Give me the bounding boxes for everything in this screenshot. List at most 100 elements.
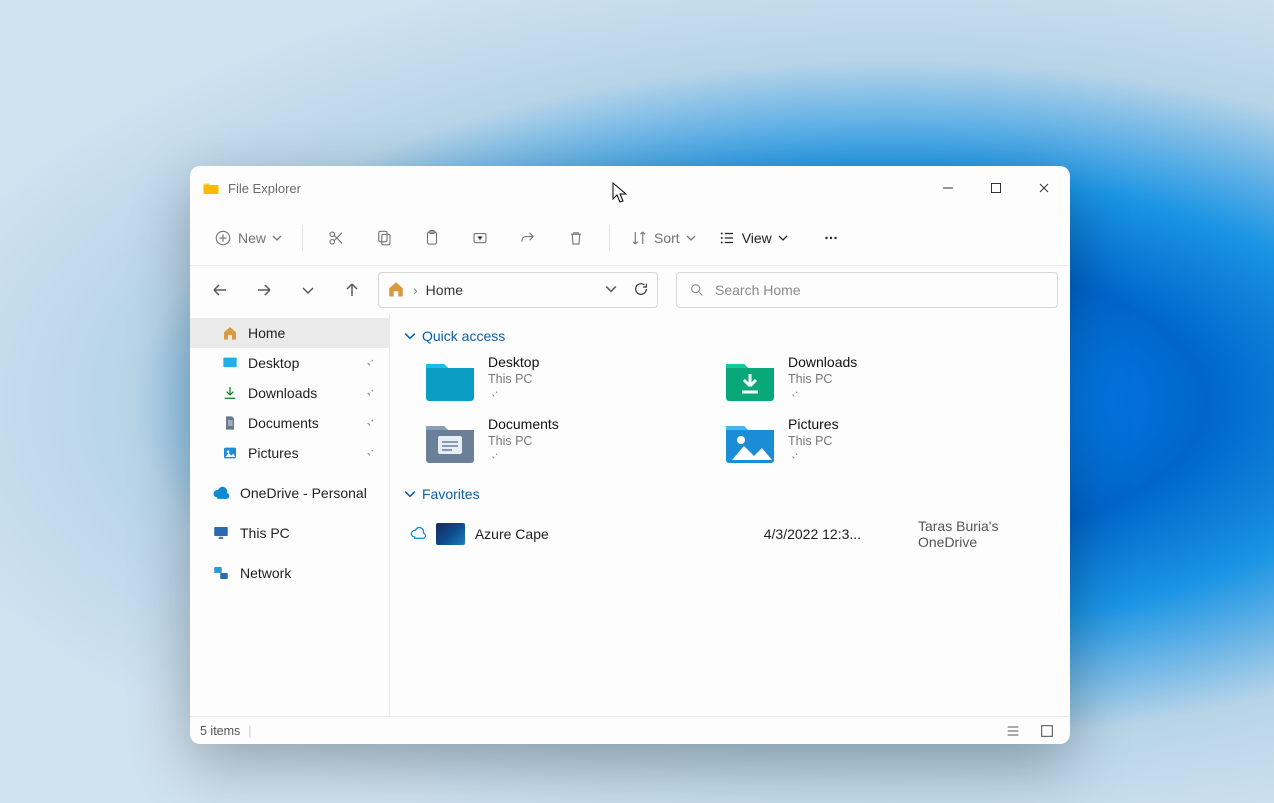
- favorite-date: 4/3/2022 12:3...: [764, 526, 908, 542]
- paste-button[interactable]: [411, 220, 453, 256]
- up-button[interactable]: [334, 272, 370, 308]
- sidebar-item-documents[interactable]: Documents: [190, 408, 389, 438]
- toolbar: New Sort View: [190, 210, 1070, 266]
- forward-button[interactable]: [246, 272, 282, 308]
- chevron-down-icon: [300, 282, 316, 298]
- close-button[interactable]: [1020, 166, 1068, 210]
- view-label: View: [742, 230, 772, 246]
- favorite-item[interactable]: Azure Cape 4/3/2022 12:3... Taras Buria'…: [404, 512, 1056, 556]
- delete-button[interactable]: [555, 220, 597, 256]
- desktop-icon: [222, 355, 238, 371]
- content-pane: Quick access Desktop This PC: [390, 314, 1070, 716]
- pin-icon: [788, 388, 857, 402]
- group-title: Favorites: [422, 486, 480, 502]
- sidebar-item-downloads[interactable]: Downloads: [190, 378, 389, 408]
- window-title: File Explorer: [228, 181, 301, 196]
- new-label: New: [238, 230, 266, 246]
- sort-icon: [630, 229, 648, 247]
- tile-location: This PC: [788, 434, 839, 448]
- group-header-quick-access[interactable]: Quick access: [404, 328, 1056, 344]
- sidebar-item-label: Pictures: [248, 445, 299, 461]
- view-icon: [718, 229, 736, 247]
- copy-button[interactable]: [363, 220, 405, 256]
- chevron-down-icon: [778, 233, 788, 243]
- tile-pictures[interactable]: Pictures This PC: [724, 416, 984, 466]
- chevron-down-icon: [686, 233, 696, 243]
- home-icon: [387, 280, 405, 301]
- sidebar-item-onedrive[interactable]: OneDrive - Personal: [190, 478, 389, 508]
- trash-icon: [567, 229, 585, 247]
- tile-location: This PC: [788, 372, 857, 386]
- tiles-view-button[interactable]: [1034, 720, 1060, 742]
- sidebar-item-network[interactable]: Network: [190, 558, 389, 588]
- titlebar[interactable]: File Explorer: [190, 166, 1070, 210]
- tile-desktop[interactable]: Desktop This PC: [424, 354, 684, 404]
- view-button[interactable]: View: [710, 220, 796, 256]
- sidebar-item-label: Home: [248, 325, 285, 341]
- share-button[interactable]: [507, 220, 549, 256]
- clipboard-icon: [423, 229, 441, 247]
- sidebar-item-label: Desktop: [248, 355, 299, 371]
- favorite-name: Azure Cape: [475, 526, 754, 542]
- minimize-button[interactable]: [924, 166, 972, 210]
- cut-button[interactable]: [315, 220, 357, 256]
- sidebar-item-home[interactable]: Home: [190, 318, 389, 348]
- refresh-icon: [633, 281, 649, 297]
- pin-icon: [788, 450, 839, 464]
- documents-folder-icon: [424, 416, 476, 466]
- toolbar-separator: [302, 225, 303, 251]
- chevron-down-icon: [404, 330, 416, 342]
- sidebar-item-thispc[interactable]: This PC: [190, 518, 389, 548]
- file-explorer-window: File Explorer New: [190, 166, 1070, 744]
- tile-name: Pictures: [788, 416, 839, 432]
- ellipsis-icon: [822, 229, 840, 247]
- status-text: 5 items: [200, 724, 240, 738]
- network-icon: [212, 564, 230, 582]
- address-bar[interactable]: › Home: [378, 272, 658, 308]
- sort-button[interactable]: Sort: [622, 220, 704, 256]
- more-button[interactable]: [810, 220, 852, 256]
- sort-label: Sort: [654, 230, 680, 246]
- tile-downloads[interactable]: Downloads This PC: [724, 354, 984, 404]
- tile-documents[interactable]: Documents This PC: [424, 416, 684, 466]
- sidebar-item-desktop[interactable]: Desktop: [190, 348, 389, 378]
- sidebar-item-pictures[interactable]: Pictures: [190, 438, 389, 468]
- document-icon: [222, 415, 238, 431]
- tile-location: This PC: [488, 434, 559, 448]
- home-icon: [222, 325, 238, 341]
- pin-icon: [488, 388, 539, 402]
- back-button[interactable]: [202, 272, 238, 308]
- sidebar-item-label: Documents: [248, 415, 319, 431]
- chevron-down-icon: [404, 488, 416, 500]
- rename-icon: [471, 229, 489, 247]
- details-view-button[interactable]: [1000, 720, 1026, 742]
- tile-name: Downloads: [788, 354, 857, 370]
- sidebar-item-label: Downloads: [248, 385, 317, 401]
- breadcrumb-separator: ›: [413, 282, 418, 298]
- pictures-folder-icon: [724, 416, 776, 466]
- list-icon: [1005, 723, 1021, 739]
- favorite-location: Taras Buria's OneDrive: [918, 518, 1056, 550]
- rename-button[interactable]: [459, 220, 501, 256]
- address-dropdown-button[interactable]: [605, 282, 617, 298]
- group-header-favorites[interactable]: Favorites: [404, 486, 1056, 502]
- sidebar-item-label: OneDrive - Personal: [240, 485, 367, 501]
- search-input[interactable]: [715, 282, 1045, 298]
- share-icon: [519, 229, 537, 247]
- sidebar-item-label: This PC: [240, 525, 290, 541]
- maximize-button[interactable]: [972, 166, 1020, 210]
- pin-icon: [363, 385, 375, 401]
- copy-icon: [375, 229, 393, 247]
- app-icon: [202, 179, 220, 197]
- recent-locations-button[interactable]: [290, 272, 326, 308]
- chevron-down-icon: [605, 283, 617, 295]
- tile-location: This PC: [488, 372, 539, 386]
- nav-row: › Home: [190, 266, 1070, 314]
- scissors-icon: [327, 229, 345, 247]
- refresh-button[interactable]: [633, 281, 649, 300]
- search-box[interactable]: [676, 272, 1058, 308]
- monitor-icon: [212, 524, 230, 542]
- status-bar: 5 items |: [190, 716, 1070, 744]
- new-button[interactable]: New: [206, 220, 290, 256]
- body: Home Desktop Downloads Documents: [190, 314, 1070, 716]
